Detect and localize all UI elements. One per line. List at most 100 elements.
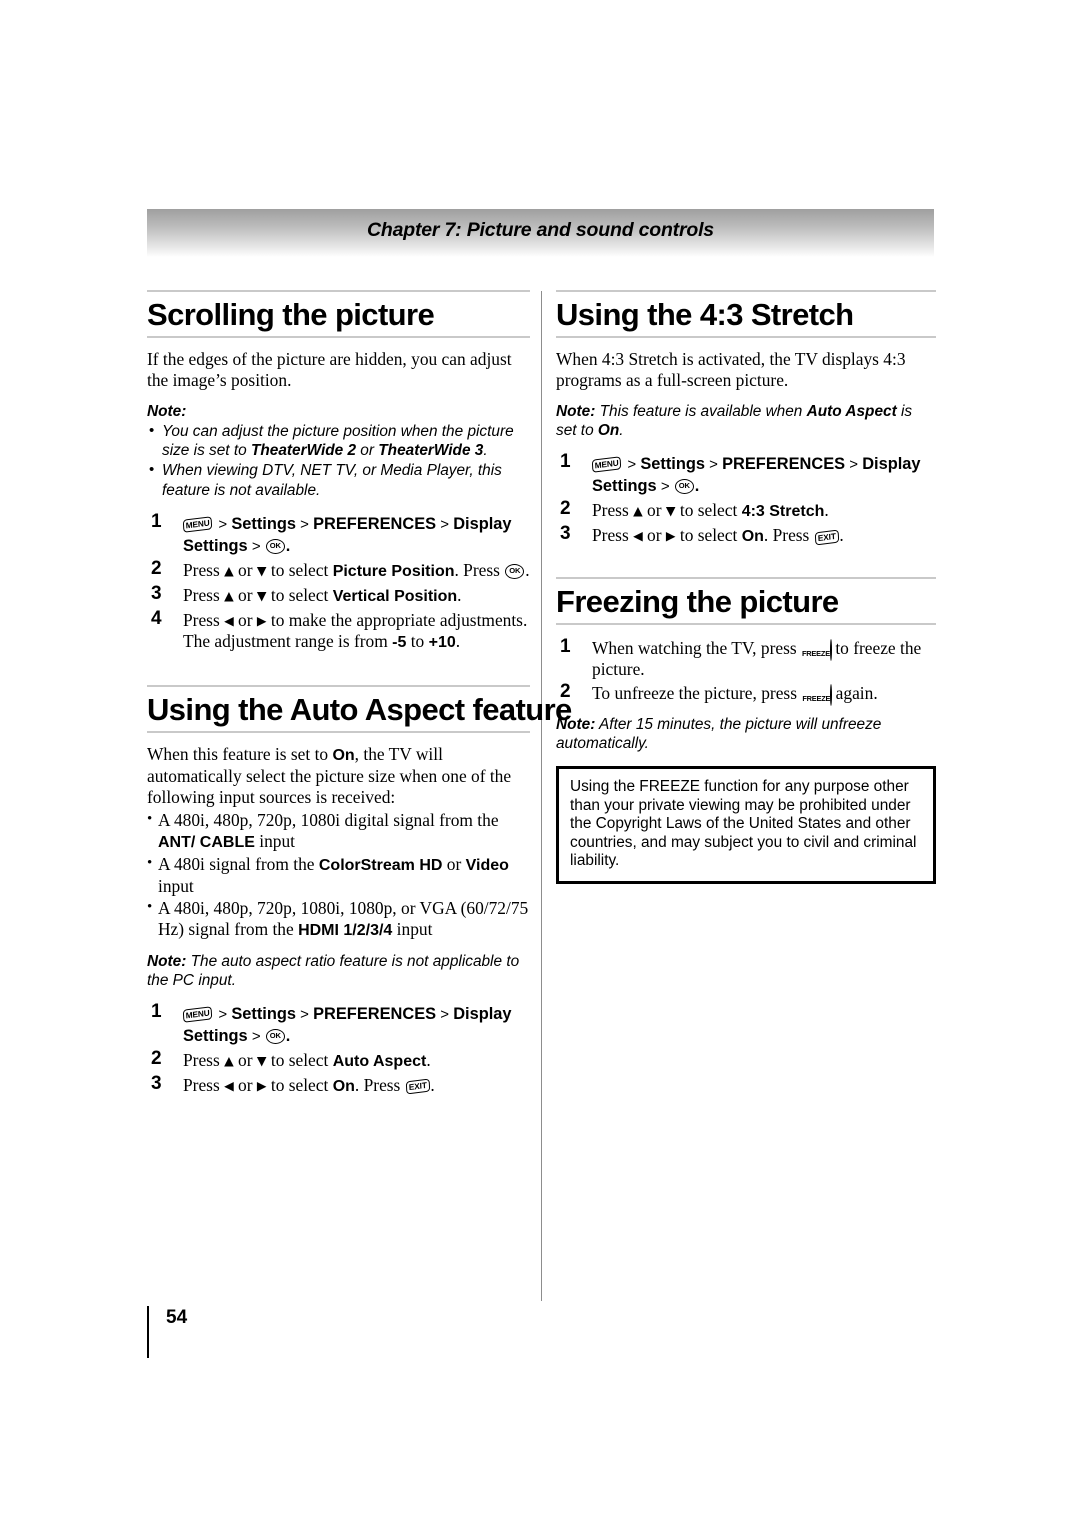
menu-path-trailing: . [694,477,700,495]
arrow-down-icon: ▼ [256,1052,267,1068]
arrow-right-icon: ▶ [256,1077,267,1093]
section-intro-text: When this feature is set to On, the TV w… [147,744,530,808]
heading-rule-bottom [556,623,936,625]
heading-rule-top [147,684,530,687]
step-text: to select [266,1049,333,1070]
section-using-the-4-3-stretch: Using the 4:3 Stretch When 4:3 Stretch i… [556,290,936,547]
freeze-key-label: FREEZE [801,649,830,658]
right-column: Using the 4:3 Stretch When 4:3 Stretch i… [556,290,936,884]
section-title: Freezing the picture [556,584,839,619]
step-bold: +10 [428,633,456,651]
note-label: Note: [556,716,596,733]
exit-key-icon: EXIT [814,529,839,545]
bullet-text: or [442,853,466,874]
step-bold: On [332,1077,355,1095]
menu-path-part: Settings [640,455,705,473]
note-bold-2: TheaterWide 3 [378,442,484,460]
note-text: The auto aspect ratio feature is not app… [147,952,520,989]
list-item: MENU > Settings > PREFERENCES > Display … [147,1001,530,1047]
caution-text: Using the FREEZE function for any purpos… [570,778,917,870]
bullet-bold: ColorStream HD [318,856,443,874]
note-block: Note: [147,402,530,421]
arrow-right-icon: ▶ [256,612,267,628]
bullet-text: input [158,875,194,896]
arrow-down-icon: ▼ [665,503,676,518]
intro-pre: When this feature is set to [147,743,333,764]
section-intro-text: If the edges of the picture are hidden, … [147,349,512,390]
steps-list: When watching the TV, press FREEZE to fr… [556,636,936,706]
note-mid: or [356,442,379,460]
step-text: or [233,609,257,630]
heading-rule-top [556,577,936,579]
section-scrolling-the-picture: Scrolling the picture If the edges of th… [147,290,530,653]
steps-list: MENU > Settings > PREFERENCES > Display … [556,451,936,547]
step-text: to select [675,500,742,520]
step-text: Press [592,525,634,545]
step-text: Press [183,1074,225,1095]
step-text: again. [831,683,878,703]
step-bold: Vertical Position [332,587,458,605]
menu-path: MENU > Settings > PREFERENCES > Display … [182,514,512,555]
arrow-up-icon: ▲ [224,587,234,603]
note-text: After 15 minutes, the picture will unfre… [556,716,882,752]
heading-rule-bottom [147,336,530,338]
step-text: to [406,630,429,651]
list-item: To unfreeze the picture, press FREEZE ag… [556,681,936,706]
heading-rule-bottom [147,730,530,733]
step-text: . [839,525,844,545]
section-intro-text: When 4:3 Stretch is activated, the TV di… [556,349,906,390]
heading-rule-bottom [556,336,936,338]
step-text: or [233,1074,257,1095]
exit-key-icon: EXIT [405,1078,430,1095]
list-item: A 480i, 480p, 720p, 1080i digital signal… [147,809,530,853]
step-text: . [426,1049,431,1070]
step-text: . Press [454,559,505,580]
note-block: Note: The auto aspect ratio feature is n… [147,952,530,990]
bullet-bold: Video [465,856,509,874]
step-text: Press [183,1049,225,1070]
step-text: . [824,500,829,520]
arrow-left-icon: ◀ [224,1077,234,1093]
bullet-text: A 480i signal from the [158,853,319,874]
step-text: Press [183,584,225,605]
step-bold: -5 [392,633,407,651]
arrow-down-icon: ▼ [256,562,267,578]
ok-key-icon: OK [505,564,525,580]
arrow-up-icon: ▲ [633,503,643,518]
menu-key-icon: MENU [591,456,622,473]
list-item: Press ◀ or ▶ to make the appropriate adj… [147,608,530,653]
menu-path: MENU > Settings > PREFERENCES > Display … [591,455,921,495]
steps-list: MENU > Settings > PREFERENCES > Display … [147,511,530,653]
step-text: . [430,1074,435,1095]
step-text: to select [266,1074,333,1095]
step-text: or [233,584,257,605]
arrow-up-icon: ▲ [224,562,234,578]
column-divider [541,291,542,1301]
step-bold: On [741,528,764,545]
list-item: A 480i signal from the ColorStream HD or… [147,853,530,897]
menu-path-part: PREFERENCES [722,455,846,473]
step-bold: Picture Position [332,562,455,580]
list-item: Press ▲ or ▼ to select 4:3 Stretch. [556,498,936,522]
note-label: Note: [147,403,187,420]
note-text: When viewing DTV, NET TV, or Media Playe… [162,462,502,499]
ok-key-icon: OK [265,538,285,554]
step-text: or [642,525,666,545]
freeze-key-icon: FREEZE [802,684,833,706]
step-bold: Auto Aspect [332,1052,427,1070]
menu-path-trailing: . [285,1026,291,1045]
step-text: to select [675,525,742,545]
step-text: or [642,500,666,520]
list-item: You can adjust the picture position when… [147,421,530,460]
list-item: Press ◀ or ▶ to select On. Press EXIT. [147,1073,530,1097]
freeze-key-icon: FREEZE [801,639,832,661]
menu-path-part: PREFERENCES [313,514,437,533]
menu-path-part: PREFERENCES [313,1004,437,1023]
ok-key-icon: OK [674,479,694,495]
step-text: or [233,1049,257,1070]
bullet-bold: HDMI 1/2/3/4 [298,921,393,939]
section-freezing-the-picture: Freezing the picture When watching the T… [556,577,936,884]
heading-rule-top [147,290,530,292]
note-block: Note: After 15 minutes, the picture will… [556,715,936,753]
list-item: MENU > Settings > PREFERENCES > Display … [556,451,936,497]
